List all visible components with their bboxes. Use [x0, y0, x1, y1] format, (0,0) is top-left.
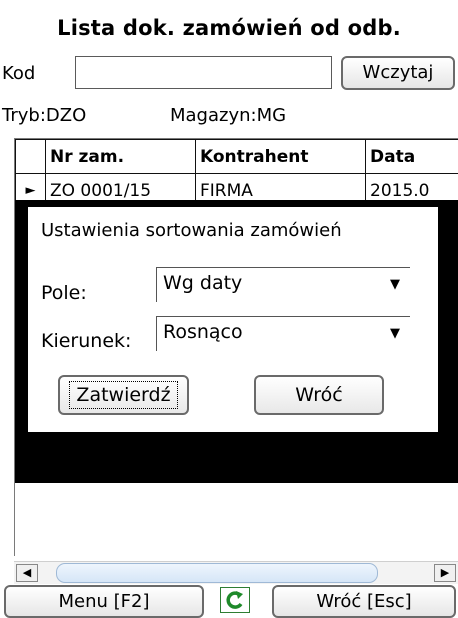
- warehouse-info: Magazyn:MG: [170, 105, 286, 126]
- sort-direction-value: Rosnąco: [163, 321, 243, 343]
- kod-input[interactable]: [75, 56, 332, 89]
- sort-field-label: Pole:: [41, 282, 87, 304]
- kod-label: Kod: [2, 63, 35, 84]
- dialog-back-button[interactable]: Wróć: [254, 375, 384, 415]
- back-esc-button[interactable]: Wróć [Esc]: [272, 585, 456, 618]
- dropdown-arrow-icon: ▼: [390, 277, 400, 292]
- load-button[interactable]: Wczytaj: [341, 56, 455, 90]
- sort-direction-label: Kierunek:: [41, 330, 131, 352]
- sort-field-select[interactable]: Wg daty ▼: [156, 267, 410, 302]
- warehouse-label: Magazyn:: [170, 105, 257, 126]
- warehouse-value: MG: [257, 105, 286, 126]
- scrollbar-thumb[interactable]: [56, 563, 378, 583]
- mode-info: Tryb:DZO: [2, 105, 86, 126]
- mode-value: DZO: [46, 105, 86, 126]
- grid-header-row: Nr zam. Kontrahent Data: [16, 140, 458, 174]
- confirm-button-label: Zatwierdź: [69, 381, 177, 409]
- column-header-contractor[interactable]: Kontrahent: [196, 140, 366, 174]
- column-header-date[interactable]: Data: [366, 140, 458, 174]
- row-selector-header: [16, 140, 46, 174]
- menu-button[interactable]: Menu [F2]: [4, 585, 204, 618]
- confirm-button[interactable]: Zatwierdź: [58, 375, 189, 415]
- dropdown-arrow-icon: ▼: [390, 326, 400, 341]
- column-header-order-number[interactable]: Nr zam.: [46, 140, 196, 174]
- dialog-back-button-label: Wróć: [295, 384, 342, 406]
- window-title: Lista dok. zamówień od odb.: [0, 16, 458, 40]
- refresh-icon[interactable]: [220, 587, 250, 613]
- sort-field-value: Wg daty: [163, 272, 242, 294]
- mode-label: Tryb:: [2, 105, 46, 126]
- dialog-title: Ustawienia sortowania zamówień: [41, 220, 342, 241]
- scroll-right-icon[interactable]: ▶: [434, 564, 456, 582]
- horizontal-scrollbar[interactable]: ◀ ▶: [14, 561, 458, 584]
- sort-direction-select[interactable]: Rosnąco ▼: [156, 316, 410, 351]
- scroll-left-icon[interactable]: ◀: [16, 564, 38, 582]
